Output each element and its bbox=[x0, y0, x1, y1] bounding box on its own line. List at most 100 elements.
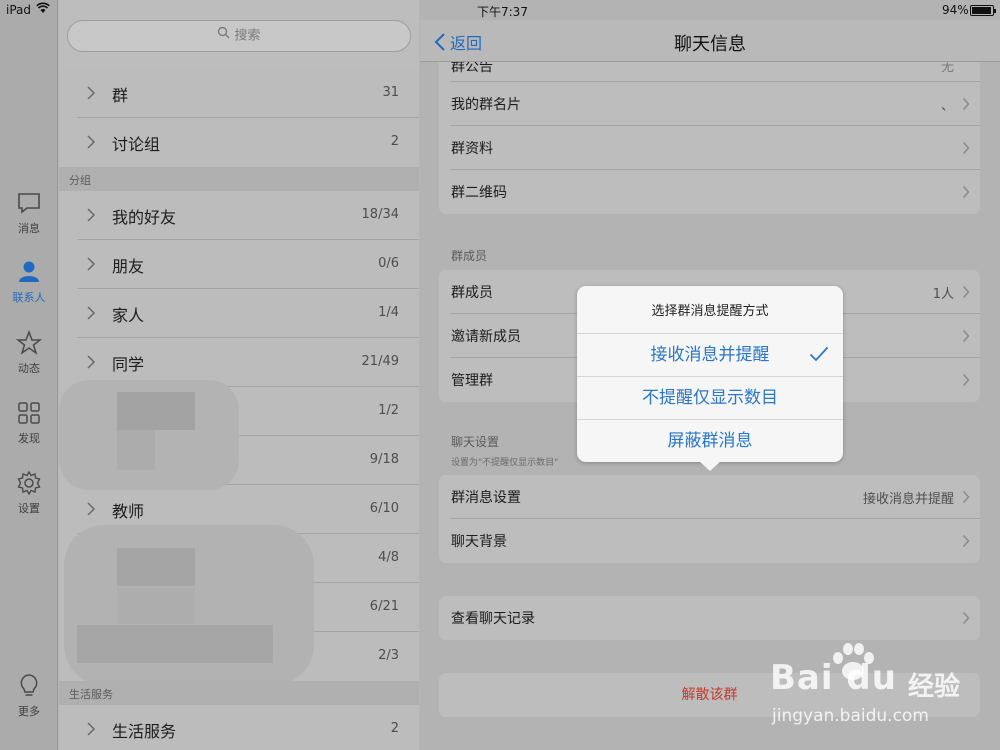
row-value: 、 bbox=[940, 99, 954, 114]
tab-settings[interactable]: 设置 bbox=[0, 470, 58, 516]
popover-title: 选择群消息提醒方式 bbox=[651, 304, 769, 319]
baidu-jingyan-watermark: Bai du 经验 jingyan.baidu.com bbox=[768, 640, 1000, 750]
wifi-icon bbox=[36, 2, 50, 17]
notification-mode-popover: 选择群消息提醒方式 接收消息并提醒 不提醒仅显示数目 屏蔽群消息 bbox=[577, 286, 843, 471]
chevron-right-icon bbox=[962, 490, 970, 504]
option-label: 接收消息并提醒 bbox=[650, 345, 770, 365]
section-header-chat-settings: 聊天设置 bbox=[451, 435, 500, 449]
chevron-right-icon bbox=[962, 185, 970, 199]
list-item[interactable]: 群公告 无 bbox=[439, 62, 980, 82]
tab-contacts[interactable]: 联系人 bbox=[0, 259, 58, 305]
tab-label: 动态 bbox=[18, 362, 40, 375]
chevron-right-icon bbox=[87, 355, 96, 369]
row-label: 管理群 bbox=[451, 373, 493, 389]
list-item[interactable]: 群资料 bbox=[439, 126, 980, 170]
tab-more[interactable]: 更多 bbox=[0, 673, 58, 719]
option-label: 不提醒仅显示数目 bbox=[642, 388, 778, 408]
list-item[interactable]: 我的好友 18/34 bbox=[59, 191, 419, 240]
row-label: 我的群名片 bbox=[451, 97, 521, 113]
tab-messages[interactable]: 消息 bbox=[0, 190, 58, 236]
tab-rail: 消息 联系人 动态 发现 设置 更多 bbox=[0, 0, 58, 750]
row-count: 31 bbox=[382, 85, 399, 100]
row-label: 生活服务 bbox=[112, 722, 177, 741]
chevron-right-icon bbox=[962, 141, 970, 155]
tab-moments[interactable]: 动态 bbox=[0, 329, 58, 376]
option-count-only[interactable]: 不提醒仅显示数目 bbox=[577, 376, 843, 419]
list-item[interactable]: 聊天背景 bbox=[439, 519, 980, 563]
row-label: 群资料 bbox=[451, 141, 493, 157]
row-count: 9/18 bbox=[369, 452, 399, 467]
star-icon bbox=[15, 329, 43, 356]
lightbulb-icon bbox=[16, 673, 42, 699]
chevron-right-icon bbox=[87, 135, 96, 149]
list-item[interactable]: 群二维码 bbox=[439, 170, 980, 214]
row-count: 4/8 bbox=[378, 550, 399, 565]
row-label: 讨论组 bbox=[112, 135, 161, 154]
list-item[interactable]: 群消息设置 接收消息并提醒 bbox=[439, 475, 980, 519]
page-title: 聊天信息 bbox=[674, 34, 746, 55]
row-count: 0/6 bbox=[378, 256, 399, 271]
gear-icon bbox=[16, 470, 42, 496]
battery-level bbox=[972, 7, 991, 14]
row-count: 2 bbox=[390, 134, 399, 149]
list-item[interactable]: 查看聊天记录 bbox=[439, 596, 980, 640]
list-item[interactable]: 生活服务 2 bbox=[59, 705, 419, 750]
row-value: 无 bbox=[940, 62, 954, 75]
row-count: 21/49 bbox=[361, 354, 399, 369]
chevron-right-icon bbox=[87, 257, 96, 271]
chevron-right-icon bbox=[87, 722, 96, 736]
tab-label: 更多 bbox=[18, 705, 40, 718]
clock: 下午7:37 bbox=[477, 5, 528, 19]
row-label: 群成员 bbox=[451, 285, 493, 301]
chevron-right-icon bbox=[87, 306, 96, 320]
watermark-title: 经验 bbox=[908, 672, 961, 702]
grid-icon bbox=[16, 400, 42, 426]
row-label: 群消息设置 bbox=[451, 490, 521, 506]
list-item[interactable]: 朋友 0/6 bbox=[59, 240, 419, 289]
list-item[interactable]: 我的群名片 、 bbox=[439, 82, 980, 126]
row-value: 1人 bbox=[932, 287, 954, 302]
row-count: 6/21 bbox=[369, 599, 399, 614]
search-placeholder: 搜索 bbox=[234, 28, 261, 44]
row-count: 2/3 bbox=[378, 648, 399, 663]
chevron-right-icon bbox=[962, 534, 970, 548]
row-count: 1/2 bbox=[378, 403, 399, 418]
row-label: 查看聊天记录 bbox=[451, 611, 535, 627]
nav-bar: 返回 聊天信息 bbox=[420, 20, 1000, 62]
tab-label: 联系人 bbox=[12, 291, 46, 304]
chat-settings-section: 群消息设置 接收消息并提醒 聊天背景 bbox=[439, 475, 980, 563]
option-receive-and-notify[interactable]: 接收消息并提醒 bbox=[577, 333, 843, 376]
chevron-right-icon bbox=[87, 208, 96, 222]
row-label: 聊天背景 bbox=[451, 534, 507, 550]
chevron-right-icon bbox=[962, 285, 970, 299]
chevron-right-icon bbox=[87, 502, 96, 516]
row-label: 邀请新成员 bbox=[451, 329, 521, 345]
option-label: 屏蔽群消息 bbox=[667, 431, 753, 451]
row-label: 同学 bbox=[112, 355, 145, 374]
list-item[interactable]: 家人 1/4 bbox=[59, 289, 419, 338]
checkmark-icon bbox=[809, 346, 829, 362]
row-label: 教师 bbox=[112, 502, 145, 521]
tab-discover[interactable]: 发现 bbox=[0, 400, 58, 446]
contact-row-discussions[interactable]: 讨论组 2 bbox=[59, 118, 419, 167]
chevron-right-icon bbox=[962, 373, 970, 387]
chevron-right-icon bbox=[962, 611, 970, 625]
tab-label: 设置 bbox=[18, 502, 40, 515]
row-count: 18/34 bbox=[361, 207, 399, 222]
row-label: 群 bbox=[112, 86, 129, 105]
chat-settings-note: 设置为"不提醒仅显示数目" bbox=[451, 458, 559, 468]
chevron-right-icon bbox=[962, 97, 970, 111]
section-header-groups: 分组 bbox=[59, 167, 419, 191]
history-section: 查看聊天记录 bbox=[439, 596, 980, 640]
row-label: 我的好友 bbox=[112, 208, 177, 227]
search-icon bbox=[217, 21, 230, 51]
group-info-section: 群公告 无 我的群名片 、 群资料 群二维码 bbox=[439, 62, 980, 214]
search-input[interactable]: 搜索 bbox=[67, 20, 411, 52]
privacy-blur bbox=[117, 588, 195, 624]
privacy-blur bbox=[117, 392, 195, 430]
row-label: 朋友 bbox=[112, 257, 145, 276]
contact-row-groups[interactable]: 群 31 bbox=[59, 69, 419, 118]
watermark-logo: Bai du bbox=[770, 658, 897, 698]
option-block-messages[interactable]: 屏蔽群消息 bbox=[577, 419, 843, 462]
battery-icon bbox=[970, 5, 996, 16]
